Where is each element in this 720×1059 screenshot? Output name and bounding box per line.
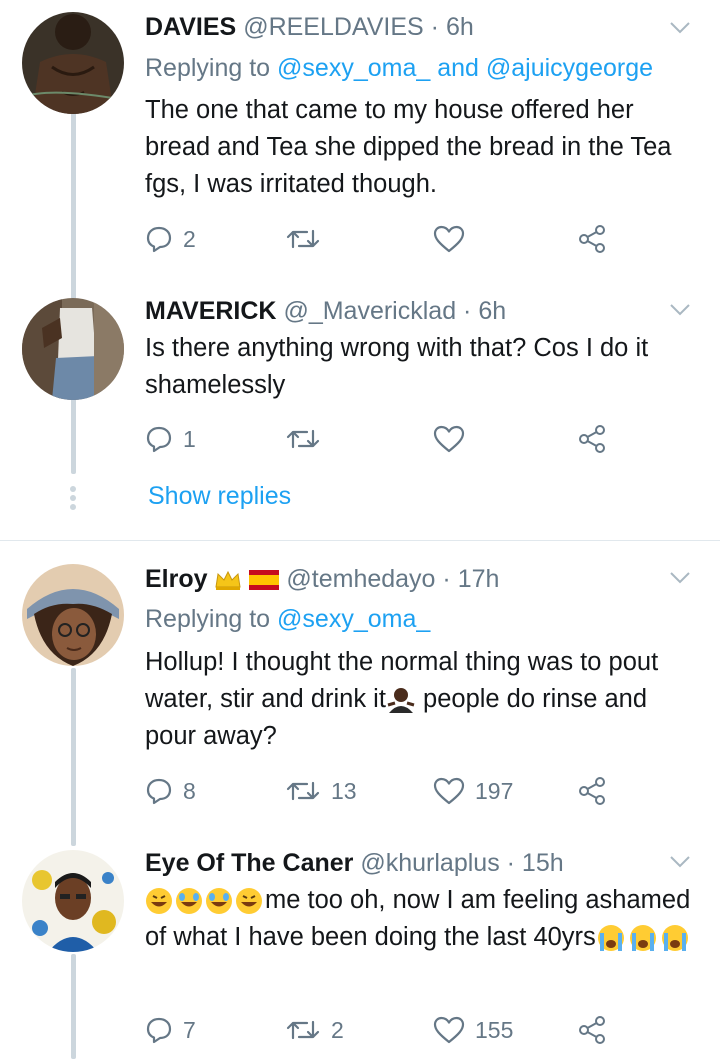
- tweet-text: me too oh, now I am feeling ashamed of w…: [145, 882, 705, 956]
- share-icon: [579, 1016, 605, 1044]
- tweet-actions: 8 13 197: [145, 771, 625, 811]
- display-name[interactable]: DAVIES: [145, 13, 236, 41]
- chevron-down-icon[interactable]: [670, 304, 690, 316]
- like-count: 155: [475, 1016, 514, 1043]
- replying-to-label: Replying to: [145, 605, 278, 633]
- retweet-count: 13: [331, 777, 357, 804]
- retweet-icon: [286, 429, 320, 449]
- share-button[interactable]: [577, 419, 607, 459]
- spain-flag-icon: [249, 570, 280, 591]
- like-button[interactable]: 197: [433, 771, 513, 811]
- retweet-button[interactable]: 13: [285, 771, 357, 811]
- replying-and: and: [430, 54, 486, 82]
- divider: [0, 540, 720, 541]
- like-icon: [433, 425, 465, 453]
- user-handle[interactable]: @khurlaplus: [360, 849, 499, 877]
- tweet-header: MAVERICK @_Mavericklad · 6h: [145, 294, 506, 328]
- retweet-button[interactable]: [285, 219, 331, 259]
- reply-count: 2: [183, 225, 196, 252]
- timestamp[interactable]: · 6h: [463, 297, 506, 325]
- retweet-icon: [286, 1020, 320, 1040]
- avatar[interactable]: [22, 298, 124, 400]
- like-button[interactable]: [433, 419, 475, 459]
- tweet-actions: 2: [145, 219, 625, 259]
- grinning-sweat-emoji-icon: [146, 888, 262, 915]
- reply-count: 7: [183, 1016, 196, 1043]
- tweet-maverick[interactable]: MAVERICK @_Mavericklad · 6h Is there any…: [0, 290, 720, 480]
- user-handle[interactable]: @REELDAVIES: [243, 13, 424, 41]
- like-button[interactable]: 155: [433, 1010, 513, 1050]
- retweet-button[interactable]: 2: [285, 1010, 344, 1050]
- avatar[interactable]: [22, 564, 124, 666]
- tweet-actions: 1: [145, 419, 625, 459]
- chevron-down-icon[interactable]: [670, 572, 690, 584]
- reply-count: 8: [183, 777, 196, 804]
- like-icon: [433, 225, 465, 253]
- display-name[interactable]: Elroy: [145, 565, 208, 593]
- show-replies-link[interactable]: Show replies: [148, 482, 291, 511]
- tweet-elroy[interactable]: Elroy @temhedayo · 17h Replying to @sexy…: [0, 552, 720, 842]
- tweet-actions: 7 2 155: [145, 1010, 625, 1050]
- retweet-button[interactable]: [285, 419, 331, 459]
- loudly-crying-emoji-icon: [597, 925, 688, 952]
- replying-to: Replying to @sexy_oma_ and @ajuicygeorge: [145, 51, 653, 85]
- reply-count: 1: [183, 425, 196, 452]
- display-name[interactable]: MAVERICK: [145, 297, 276, 325]
- reply-icon: [146, 778, 172, 805]
- chevron-down-icon[interactable]: [670, 22, 690, 34]
- tweet-eye-of-the-caner[interactable]: Eye Of The Caner @khurlaplus · 15h me to…: [0, 842, 720, 1059]
- mention-link[interactable]: @sexy_oma_: [277, 605, 430, 633]
- chevron-down-icon[interactable]: [670, 856, 690, 868]
- like-icon: [433, 777, 465, 805]
- reply-icon: [146, 1017, 172, 1044]
- user-handle[interactable]: @_Mavericklad: [283, 297, 456, 325]
- share-button[interactable]: [577, 219, 607, 259]
- retweet-count: 2: [331, 1016, 344, 1043]
- tweet-text: Is there anything wrong with that? Cos I…: [145, 334, 649, 399]
- share-icon: [579, 777, 605, 805]
- avatar[interactable]: [22, 12, 124, 114]
- timestamp[interactable]: · 6h: [431, 13, 474, 41]
- share-icon: [579, 225, 605, 253]
- reply-button[interactable]: 2: [145, 219, 196, 259]
- tweet-header: Elroy @temhedayo · 17h: [145, 562, 499, 596]
- reply-button[interactable]: 8: [145, 771, 196, 811]
- timestamp[interactable]: · 15h: [507, 849, 564, 877]
- avatar[interactable]: [22, 850, 124, 952]
- tweet-text: The one that came to my house offered he…: [145, 96, 672, 198]
- tweet-header: Eye Of The Caner @khurlaplus · 15h: [145, 846, 564, 880]
- tweet-header: DAVIES @REELDAVIES · 6h: [145, 10, 474, 44]
- replying-to-label: Replying to: [145, 54, 278, 82]
- reply-button[interactable]: 1: [145, 419, 196, 459]
- mention-link[interactable]: @ajuicygeorge: [486, 54, 653, 82]
- user-handle[interactable]: @temhedayo: [286, 565, 435, 593]
- like-icon: [433, 1016, 465, 1044]
- reply-button[interactable]: 7: [145, 1010, 196, 1050]
- timestamp[interactable]: · 17h: [442, 565, 499, 593]
- reply-icon: [146, 226, 172, 253]
- more-replies-dots: [70, 486, 76, 513]
- display-name[interactable]: Eye Of The Caner: [145, 849, 353, 877]
- mention-link[interactable]: @sexy_oma_: [277, 54, 430, 82]
- retweet-icon: [286, 229, 320, 249]
- reply-icon: [146, 426, 172, 453]
- retweet-icon: [286, 781, 320, 801]
- person-shrugging-emoji-icon: [387, 688, 415, 714]
- like-count: 197: [475, 777, 514, 804]
- tweet-text: Hollup! I thought the normal thing was t…: [145, 644, 705, 755]
- share-icon: [579, 425, 605, 453]
- share-button[interactable]: [577, 771, 607, 811]
- replying-to: Replying to @sexy_oma_: [145, 602, 430, 636]
- share-button[interactable]: [577, 1010, 607, 1050]
- like-button[interactable]: [433, 219, 475, 259]
- tweet-davies[interactable]: DAVIES @REELDAVIES · 6h Replying to @sex…: [0, 0, 720, 290]
- crown-icon: [215, 571, 242, 591]
